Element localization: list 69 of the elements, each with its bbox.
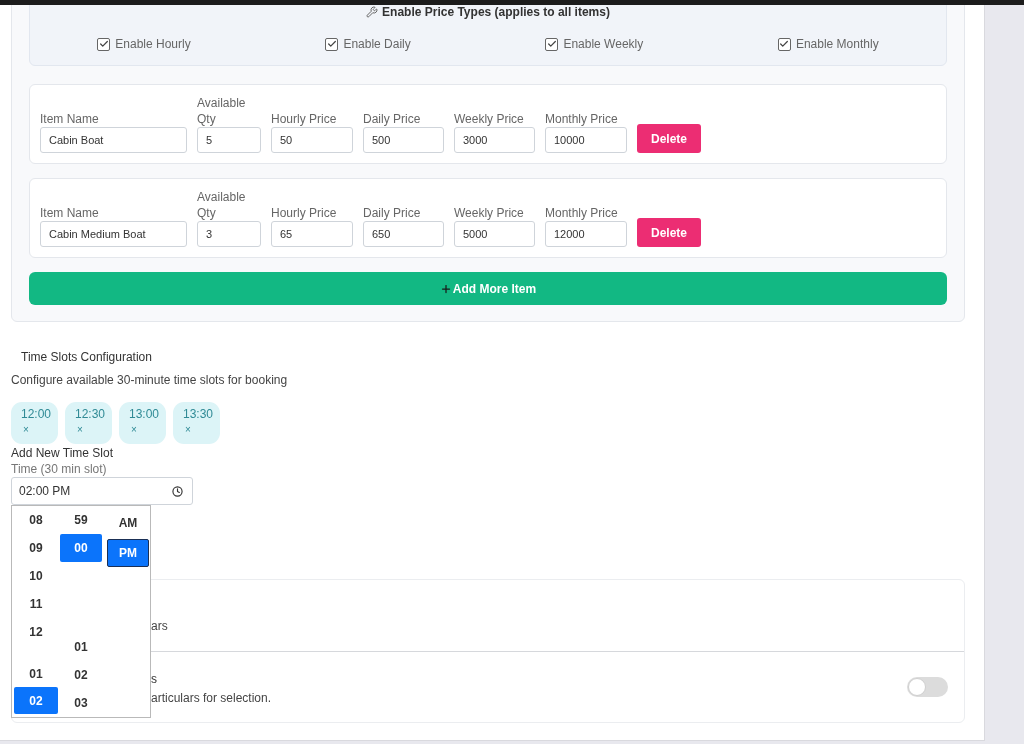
field-label: Item Name — [40, 205, 100, 221]
price-types-title: Enable Price Types (applies to all items) — [382, 5, 610, 20]
slot-time: 12:30 — [75, 406, 106, 422]
field-label: Hourly Price — [271, 205, 338, 221]
input-field[interactable]: 50 — [271, 127, 353, 153]
field-label: Daily Price — [363, 111, 422, 127]
time-input[interactable]: 02:00 PM — [11, 477, 193, 505]
checkbox[interactable] — [545, 37, 559, 51]
time-option[interactable]: AM — [107, 509, 149, 537]
section-description: Configure available 30-minute time slots for booking — [11, 372, 288, 388]
checkbox-label: Enable Hourly — [115, 36, 191, 52]
remove-slot-button[interactable]: × — [185, 422, 191, 438]
checkbox[interactable] — [97, 37, 111, 51]
field-label: Weekly Price — [454, 205, 525, 221]
setting-title: s — [151, 671, 157, 688]
delete-button[interactable]: Delete — [637, 218, 701, 247]
checkbox-label: Enable Daily — [343, 36, 411, 52]
remove-slot-button[interactable]: × — [131, 422, 137, 438]
time-option[interactable]: 01 — [14, 660, 58, 687]
field-label: Daily Price — [363, 205, 422, 221]
slot-time: 13:30 — [183, 406, 214, 422]
field-label: Monthly Price — [545, 205, 619, 221]
time-option[interactable]: 03 — [60, 689, 102, 717]
slot-time: 13:00 — [129, 406, 160, 422]
input-field[interactable]: 5 — [197, 127, 261, 153]
field-label: Time (30 min slot) — [11, 461, 107, 477]
delete-button[interactable]: Delete — [637, 124, 701, 153]
time-option[interactable]: 12 — [14, 618, 58, 646]
time-option[interactable]: 10 — [14, 562, 58, 590]
input-field[interactable]: 5000 — [454, 221, 535, 247]
field-label: Available Qty — [197, 95, 247, 127]
time-option[interactable]: 00 — [60, 534, 102, 562]
time-option[interactable]: 09 — [14, 534, 58, 562]
subsection-heading: Add New Time Slot — [11, 445, 114, 461]
section-heading: Time Slots Configuration — [21, 349, 152, 365]
setting-description: articulars for selection. — [151, 690, 272, 706]
checkbox[interactable] — [777, 37, 791, 51]
time-option[interactable]: 08 — [14, 506, 58, 534]
time-option[interactable]: 59 — [60, 506, 102, 534]
input-field[interactable]: 12000 — [545, 221, 627, 247]
slot-time: 12:00 — [21, 406, 52, 422]
input-field[interactable]: 500 — [363, 127, 444, 153]
time-option[interactable]: PM — [107, 539, 149, 567]
time-option[interactable]: 02 — [14, 687, 58, 714]
setting-description: ars — [151, 618, 168, 634]
input-field[interactable]: 10000 — [545, 127, 627, 153]
input-field[interactable]: Cabin Medium Boat — [40, 221, 187, 247]
checkbox[interactable] — [325, 37, 339, 51]
input-field[interactable]: 3000 — [454, 127, 535, 153]
input-field[interactable]: 3 — [197, 221, 261, 247]
remove-slot-button[interactable]: × — [77, 422, 83, 438]
input-field[interactable]: 65 — [271, 221, 353, 247]
field-label: Hourly Price — [271, 111, 338, 127]
field-label: Monthly Price — [545, 111, 619, 127]
toggle-switch[interactable] — [907, 677, 948, 697]
input-field[interactable]: Cabin Boat — [40, 127, 187, 153]
wrench-icon — [366, 6, 379, 18]
clock-icon[interactable] — [172, 485, 183, 497]
field-label: Item Name — [40, 111, 100, 127]
time-option[interactable]: 02 — [60, 661, 102, 689]
checkbox-label: Enable Weekly — [563, 36, 644, 52]
remove-slot-button[interactable]: × — [23, 422, 29, 438]
field-label: Available Qty — [197, 189, 247, 221]
checkbox-label: Enable Monthly — [795, 36, 879, 52]
plus-icon — [439, 282, 452, 295]
input-field[interactable]: 650 — [363, 221, 444, 247]
time-option[interactable]: 11 — [14, 590, 58, 618]
field-label: Weekly Price — [454, 111, 525, 127]
time-option[interactable]: 01 — [60, 633, 102, 661]
